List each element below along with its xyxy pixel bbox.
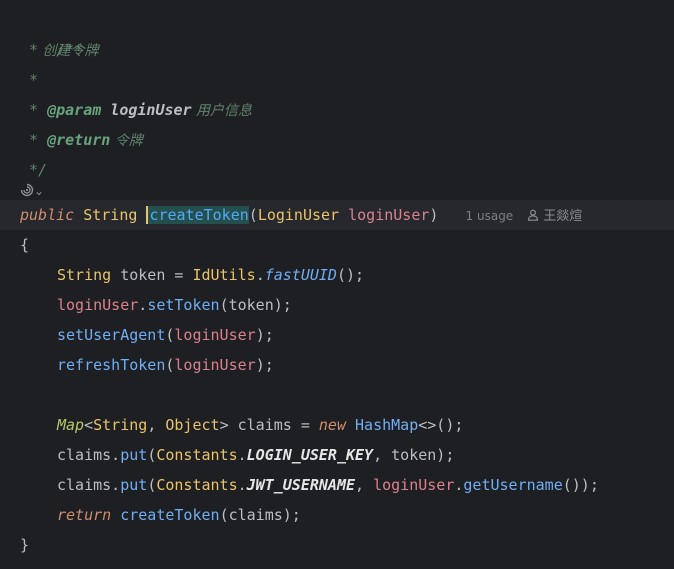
call-args: (token); <box>219 296 292 314</box>
doc-return-desc: 令牌 <box>110 133 143 149</box>
close-brace: } <box>20 536 30 554</box>
doc-param-desc: 用户信息 <box>191 103 253 119</box>
code-line[interactable]: setUserAgent(loginUser); <box>0 320 674 350</box>
doc-comment-close: */ <box>20 161 48 179</box>
paren-open: ( <box>147 446 157 464</box>
method-signature-line[interactable]: public String createToken(LoginUser logi… <box>0 200 674 230</box>
code-line[interactable]: claims.put(Constants.LOGIN_USER_KEY, tok… <box>0 440 674 470</box>
doc-param-tag: @param <box>47 101 102 119</box>
statement-end: (); <box>336 266 365 284</box>
open-brace: { <box>20 236 30 254</box>
statement-end: ); <box>255 356 274 374</box>
code-line[interactable]: { <box>0 230 674 260</box>
statement-end: (claims); <box>219 506 301 524</box>
dot: . <box>237 476 247 494</box>
ref-login-user: loginUser <box>57 296 139 314</box>
comma: , <box>147 416 166 434</box>
ref-claims: claims. <box>57 476 121 494</box>
method-name-create-token[interactable]: createToken <box>146 206 249 224</box>
keyword-new: new <box>318 416 346 434</box>
code-line[interactable]: claims.put(Constants.JWT_USERNAME, login… <box>0 470 674 500</box>
paren-open: ( <box>147 476 157 494</box>
ai-assistant-icon[interactable]: ⌄ <box>20 183 46 199</box>
generic-open: < <box>84 416 94 434</box>
ref-login-user: loginUser <box>174 356 256 374</box>
ref-login-user: loginUser <box>174 326 256 344</box>
keyword-return: return <box>57 506 112 524</box>
code-line[interactable]: * <box>0 65 674 95</box>
var-token: token = <box>111 266 193 284</box>
code-line[interactable]: * @return 令牌 <box>0 125 674 155</box>
param-name: loginUser <box>348 206 430 224</box>
statement-end: ()); <box>562 476 599 494</box>
doc-return-tag: @return <box>47 131 111 149</box>
type-object: Object <box>165 416 220 434</box>
type-string: String <box>83 206 138 224</box>
swirl-icon <box>20 183 34 197</box>
call-set-token: setToken <box>147 296 220 314</box>
type-string: String <box>57 266 112 284</box>
code-line[interactable]: * @param loginUser 用户信息 <box>0 95 674 125</box>
call-put: put <box>120 446 148 464</box>
call-create-token: createToken <box>111 506 220 524</box>
call-put: put <box>120 476 148 494</box>
ref-claims: claims. <box>57 446 121 464</box>
param-type: LoginUser <box>257 206 340 224</box>
person-icon <box>528 209 539 221</box>
comma: , <box>355 476 374 494</box>
code-line[interactable]: */ <box>0 155 674 185</box>
code-line[interactable]: } <box>0 530 674 560</box>
class-hashmap: HashMap <box>346 416 419 434</box>
code-line[interactable]: /** <box>0 5 674 59</box>
doc-param-name: loginUser <box>110 101 192 119</box>
class-idutils: IdUtils <box>192 266 256 284</box>
doc-comment-star: * <box>20 131 39 149</box>
paren-close: ) <box>429 206 439 224</box>
call-set-user-agent: setUserAgent <box>57 326 166 344</box>
chevron-down-icon: ⌄ <box>34 184 45 198</box>
class-constants: Constants <box>156 446 238 464</box>
usage-hint[interactable]: 1 usage <box>466 209 514 223</box>
dot: . <box>237 446 247 464</box>
ref-login-user: loginUser <box>373 476 455 494</box>
statement-end: ); <box>255 326 274 344</box>
doc-comment-star: * <box>20 71 39 89</box>
call-refresh-token: refreshToken <box>57 356 166 374</box>
call-fast-uuid: fastUUID <box>264 266 337 284</box>
doc-comment-star: * <box>20 101 39 119</box>
doc-comment-star: * <box>20 41 39 59</box>
statement-end: , token); <box>373 446 455 464</box>
var-claims: > claims = <box>219 416 319 434</box>
class-constants: Constants <box>156 476 238 494</box>
code-line[interactable]: refreshToken(loginUser); <box>0 350 674 380</box>
code-line[interactable]: * 创建令牌 <box>0 35 674 65</box>
type-string: String <box>93 416 148 434</box>
type-map: Map <box>57 416 85 434</box>
code-line[interactable]: loginUser.setToken(token); <box>0 290 674 320</box>
code-line[interactable]: String token = IdUtils.fastUUID(); <box>0 260 674 290</box>
code-line[interactable]: return createToken(claims); <box>0 500 674 530</box>
const-login-user-key: LOGIN_USER_KEY <box>246 446 374 464</box>
doc-comment-text: 创建令牌 <box>38 43 99 59</box>
statement-end: <>(); <box>418 416 464 434</box>
paren-open: ( <box>248 206 258 224</box>
dot: . <box>255 266 265 284</box>
code-line[interactable]: Map<String, Object> claims = new HashMap… <box>0 410 674 440</box>
dot: . <box>138 296 148 314</box>
keyword-public: public <box>20 206 75 224</box>
code-editor[interactable]: /** * 创建令牌 * * @param loginUser 用户信息 * @… <box>0 0 674 569</box>
author-hint[interactable]: 王燚煊 <box>543 209 582 224</box>
const-jwt-username: JWT_USERNAME <box>246 476 356 494</box>
call-get-username: getUsername <box>463 476 563 494</box>
